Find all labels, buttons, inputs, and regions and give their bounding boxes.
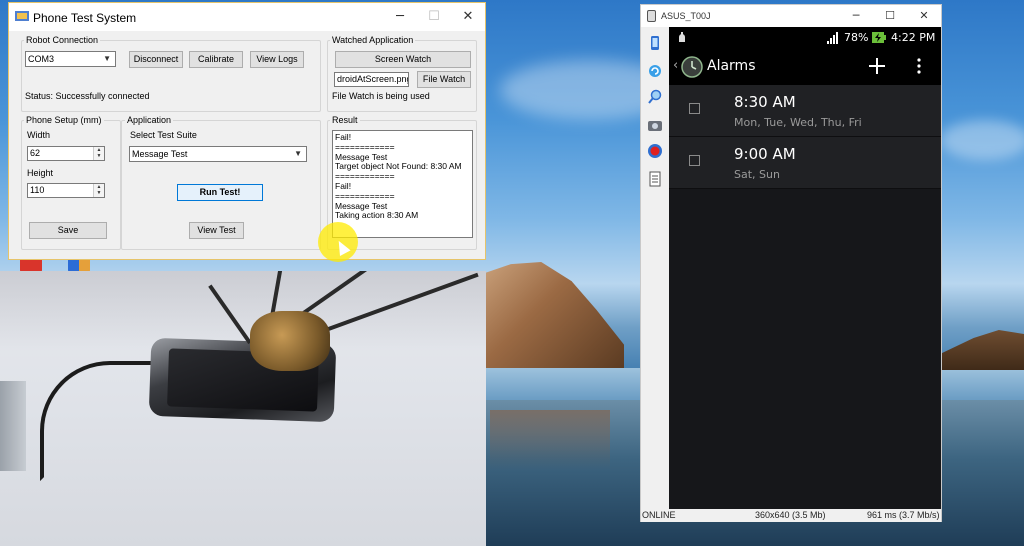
phone-icon xyxy=(647,10,656,22)
suite-label: Select Test Suite xyxy=(130,130,197,140)
watch-file-input[interactable]: droidAtScreen.png xyxy=(334,72,409,87)
test-suite-select[interactable]: Message Test ▼ xyxy=(129,146,307,162)
android-status-bar: 78% 4:22 PM xyxy=(669,27,941,49)
window-title: Phone Test System xyxy=(33,11,137,25)
chevron-down-icon: ▼ xyxy=(103,54,111,63)
run-test-button[interactable]: Run Test! xyxy=(177,184,263,201)
alarm-checkbox[interactable] xyxy=(689,103,700,114)
alarm-item[interactable]: 8:30 AM Mon, Tue, Wed, Thu, Fri xyxy=(669,85,941,137)
result-line: Taking action 8:30 AM xyxy=(335,210,419,221)
view-logs-button[interactable]: View Logs xyxy=(250,51,304,68)
alarm-time: 8:30 AM xyxy=(734,93,796,111)
title-bar[interactable]: ASUS_T00J ─ ☐ ✕ xyxy=(641,5,941,27)
rock-formation xyxy=(940,330,1024,370)
android-action-bar: ‹ Alarms xyxy=(669,49,941,85)
clock: 4:22 PM xyxy=(891,31,936,44)
watch-status-text: File Watch is being used xyxy=(332,91,430,101)
width-stepper[interactable]: 62 ▲ ▼ xyxy=(27,146,105,161)
clock-icon[interactable] xyxy=(681,56,703,78)
calibrate-button[interactable]: Calibrate xyxy=(189,51,243,68)
signal-icon xyxy=(827,32,838,44)
maximize-button[interactable]: ☐ xyxy=(875,5,905,27)
screen-title: Alarms xyxy=(707,58,756,74)
height-value: 110 xyxy=(30,185,45,195)
alarm-days: Mon, Tue, Wed, Thu, Fri xyxy=(734,116,862,129)
app-icon xyxy=(15,11,29,21)
result-line: ============ xyxy=(335,171,395,182)
overflow-menu-icon[interactable] xyxy=(917,58,921,74)
chevron-down-icon: ▼ xyxy=(294,149,302,158)
group-label: Result xyxy=(330,115,360,125)
back-chevron-icon[interactable]: ‹ xyxy=(673,58,678,73)
asus-mirror-window: ASUS_T00J ─ ☐ ✕ 78% 4:22 PM ‹ Alarms 8:3… xyxy=(640,4,942,522)
desktop-shortcut-icon[interactable] xyxy=(20,258,42,272)
add-alarm-icon[interactable] xyxy=(868,57,886,75)
stand xyxy=(0,381,26,471)
connection-state: ONLINE xyxy=(642,510,676,520)
battery-percent: 78% xyxy=(844,31,869,44)
close-button[interactable]: ✕ xyxy=(453,6,483,28)
record-icon[interactable] xyxy=(647,143,663,159)
group-label: Application xyxy=(125,115,174,125)
group-label: Watched Application xyxy=(330,35,416,45)
height-label: Height xyxy=(27,168,54,178)
rotate-icon[interactable] xyxy=(647,63,663,79)
robot-status-text: Status: Successfully connected xyxy=(25,91,150,101)
cloud xyxy=(940,120,1024,160)
android-screen[interactable]: 78% 4:22 PM ‹ Alarms 8:30 AM Mon, Tue, W… xyxy=(669,27,941,509)
group-label: Phone Setup (mm) xyxy=(24,115,104,125)
alarm-item[interactable]: 9:00 AM Sat, Sun xyxy=(669,137,941,189)
disconnect-button[interactable]: Disconnect xyxy=(129,51,183,68)
alarm-days: Sat, Sun xyxy=(734,168,780,181)
connection-status-bar: ONLINE 360x640 (3.5 Mb) 961 ms (3.7 Mb/s… xyxy=(641,509,941,522)
rock-formation xyxy=(486,262,624,368)
result-log[interactable]: Fail! ============ Message Test Target o… xyxy=(332,130,473,238)
width-label: Width xyxy=(27,130,51,140)
zoom-icon[interactable] xyxy=(647,89,663,105)
view-test-button[interactable]: View Test xyxy=(189,222,244,239)
alarm-checkbox[interactable] xyxy=(689,155,700,166)
camera-icon[interactable] xyxy=(647,117,663,133)
spin-down-icon[interactable]: ▼ xyxy=(94,190,104,196)
phone-test-system-window: Phone Test System ─ ☐ ✕ Robot Connection… xyxy=(8,2,486,260)
minimize-button[interactable]: ─ xyxy=(385,6,415,28)
minimize-button[interactable]: ─ xyxy=(841,5,871,27)
suite-value: Message Test xyxy=(132,149,188,159)
phone-icon[interactable] xyxy=(647,35,663,51)
robot-end-effector xyxy=(250,311,330,371)
port-select[interactable]: COM3 ▼ xyxy=(25,51,116,67)
width-value: 62 xyxy=(30,148,41,158)
close-button[interactable]: ✕ xyxy=(909,5,939,27)
rock-reflection xyxy=(490,410,610,470)
battery-icon xyxy=(872,32,886,43)
android-notification-icon xyxy=(679,32,685,42)
spin-down-icon[interactable]: ▼ xyxy=(94,153,104,159)
height-stepper[interactable]: 110 ▲ ▼ xyxy=(27,183,105,198)
resolution-readout: 360x640 (3.5 Mb) xyxy=(755,510,826,520)
save-button[interactable]: Save xyxy=(29,222,107,239)
tool-strip xyxy=(641,27,669,509)
file-watch-button[interactable]: File Watch xyxy=(417,71,471,88)
window-title: ASUS_T00J xyxy=(661,11,711,21)
screen-watch-button[interactable]: Screen Watch xyxy=(335,51,471,68)
title-bar[interactable]: Phone Test System ─ ☐ ✕ xyxy=(9,3,485,31)
camera-feed xyxy=(0,271,486,546)
desktop-shortcut-icon[interactable] xyxy=(68,258,90,272)
group-label: Robot Connection xyxy=(24,35,101,45)
camera-shadow xyxy=(0,271,486,351)
alarm-time: 9:00 AM xyxy=(734,145,796,163)
latency-readout: 961 ms (3.7 Mb/s) xyxy=(867,510,940,520)
maximize-button[interactable]: ☐ xyxy=(419,6,449,28)
port-value: COM3 xyxy=(28,54,55,64)
document-icon[interactable] xyxy=(647,171,663,187)
